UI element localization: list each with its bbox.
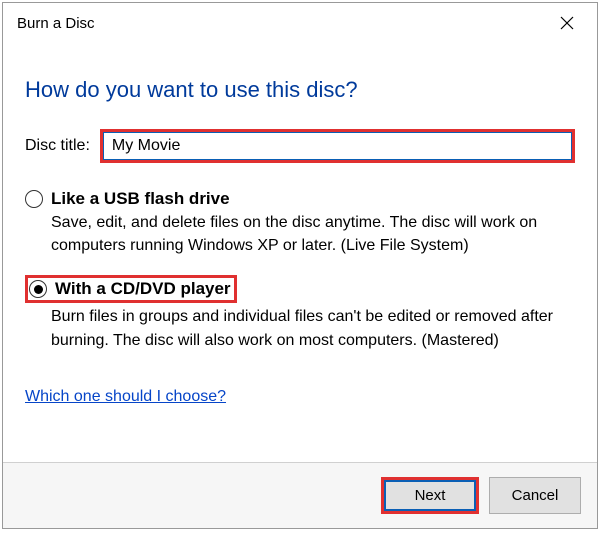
option-usb-desc: Save, edit, and delete files on the disc… <box>51 211 575 257</box>
option-cddvd-desc: Burn files in groups and individual file… <box>51 305 575 351</box>
option-usb-header: Like a USB flash drive <box>25 189 575 209</box>
dialog-heading: How do you want to use this disc? <box>25 77 575 103</box>
option-cddvd-title: With a CD/DVD player <box>55 279 231 299</box>
disc-title-highlight <box>100 129 575 163</box>
disc-title-input[interactable] <box>103 132 572 160</box>
disc-title-row: Disc title: <box>25 129 575 163</box>
next-button-highlight: Next <box>381 477 479 514</box>
window-title: Burn a Disc <box>17 15 95 32</box>
option-cddvd[interactable]: With a CD/DVD player Burn files in group… <box>25 275 575 351</box>
cancel-button[interactable]: Cancel <box>489 477 581 514</box>
option-usb[interactable]: Like a USB flash drive Save, edit, and d… <box>25 189 575 257</box>
help-link[interactable]: Which one should I choose? <box>25 388 575 406</box>
radio-usb[interactable] <box>25 190 43 208</box>
close-button[interactable] <box>547 9 587 37</box>
option-cddvd-highlight: With a CD/DVD player <box>25 275 237 303</box>
next-button[interactable]: Next <box>384 480 476 511</box>
option-usb-title: Like a USB flash drive <box>51 189 230 209</box>
burn-disc-dialog: Burn a Disc How do you want to use this … <box>2 2 598 529</box>
radio-cddvd[interactable] <box>29 280 47 298</box>
disc-title-label: Disc title: <box>25 137 90 155</box>
dialog-content: How do you want to use this disc? Disc t… <box>3 41 597 462</box>
dialog-footer: Next Cancel <box>3 462 597 528</box>
titlebar: Burn a Disc <box>3 3 597 41</box>
close-icon <box>560 16 574 30</box>
